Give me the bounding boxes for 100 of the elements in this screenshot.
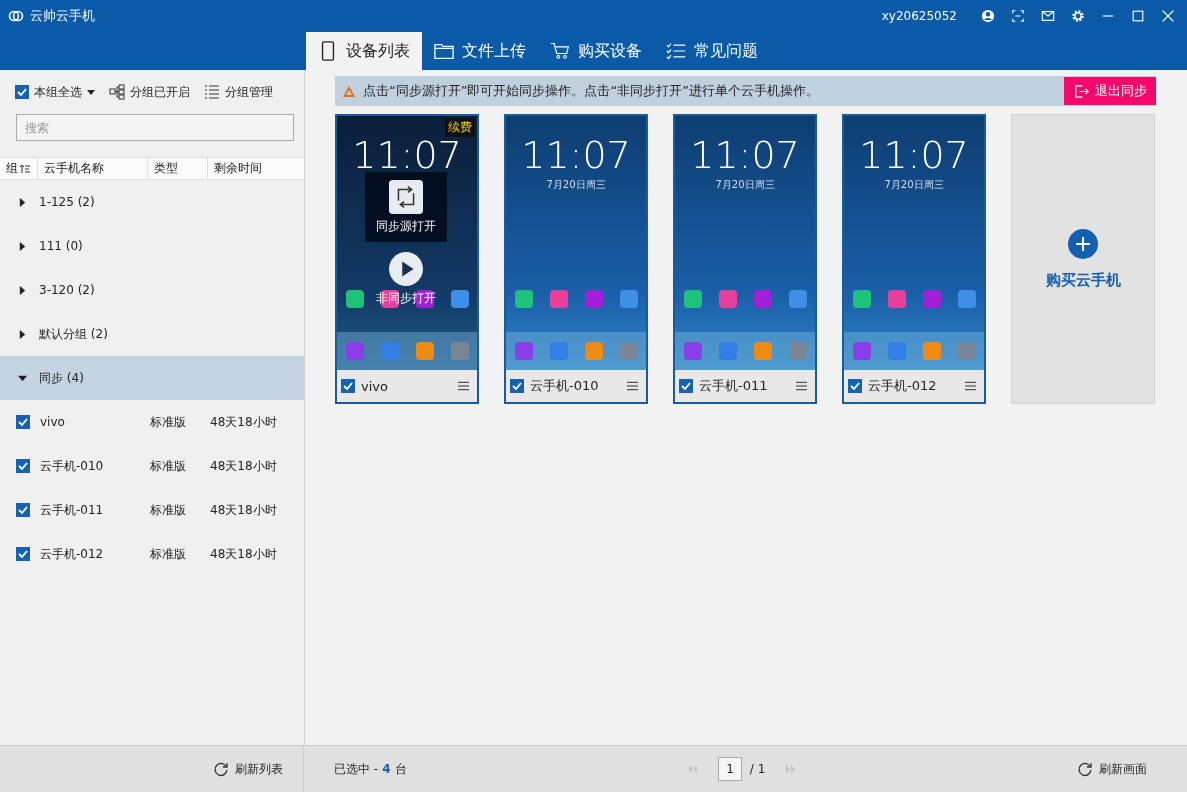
checkbox[interactable] — [16, 547, 30, 561]
device-name: 云手机-012 — [868, 377, 937, 395]
app-icon — [345, 290, 364, 308]
expander-icon — [18, 241, 27, 251]
date-text: 7月20日周三 — [884, 178, 944, 192]
checkbox[interactable] — [15, 85, 29, 99]
column-header[interactable]: 组 — [0, 158, 38, 179]
play-icon — [389, 252, 423, 286]
hierarchy-icon — [109, 84, 125, 100]
screenshot-icon[interactable] — [1011, 9, 1025, 23]
device-type: 标准版 — [150, 457, 187, 475]
app-icon — [584, 290, 603, 308]
selected-label: 已选中 - — [334, 760, 379, 778]
checkbox[interactable] — [16, 415, 30, 429]
expander-icon — [18, 329, 27, 339]
refresh-list-button[interactable]: 刷新列表 — [213, 760, 283, 778]
caret-icon — [87, 89, 95, 95]
device-name: 云手机-012 — [40, 545, 105, 563]
group-row[interactable]: 同步 (4) — [0, 356, 304, 400]
column-header[interactable]: 类型 — [148, 158, 208, 179]
device-card[interactable]: 11:07 7月20日周三 云手机-012 — [842, 114, 986, 404]
app-icon — [584, 342, 603, 360]
maximize-icon[interactable] — [1131, 9, 1145, 23]
app-icon — [957, 342, 976, 360]
group-row[interactable]: 3-120 (2) — [0, 268, 304, 312]
column-header[interactable]: 云手机名称 — [38, 158, 148, 179]
exit-sync-button[interactable]: 退出同步 — [1064, 77, 1156, 105]
column-header[interactable]: 剩余时间 — [208, 158, 304, 179]
list-icon — [204, 84, 220, 100]
select-all-checkbox[interactable]: 本组全选 — [15, 83, 95, 101]
group-row[interactable]: 1-125 (2) — [0, 180, 304, 224]
renew-badge[interactable]: 续费 — [445, 118, 475, 137]
app-icon — [619, 290, 638, 308]
device-name: 云手机-010 — [530, 377, 599, 395]
device-type: 标准版 — [150, 545, 187, 563]
buy-phone-card[interactable]: 购买云手机 — [1011, 114, 1155, 404]
settings-icon[interactable] — [1071, 9, 1085, 23]
refresh-screen-button[interactable]: 刷新画面 — [1077, 760, 1147, 778]
device-card[interactable]: 11:07 7月20日周三 云手机-011 — [673, 114, 817, 404]
group-row[interactable]: 111 (0) — [0, 224, 304, 268]
remaining-time: 48天18小时 — [210, 545, 277, 563]
search-field[interactable]: 搜索 — [16, 114, 294, 141]
app-icon — [753, 342, 772, 360]
user-icon[interactable] — [981, 9, 995, 23]
selected-unit: 台 — [394, 760, 407, 778]
app-icon — [514, 290, 533, 308]
app-icon — [619, 342, 638, 360]
device-name: vivo — [361, 378, 388, 394]
checkbox[interactable] — [848, 379, 862, 393]
app-icon — [549, 342, 568, 360]
expander-icon — [18, 373, 27, 383]
app-icon — [718, 290, 737, 308]
app-icon — [415, 342, 434, 360]
group-manage-button[interactable]: 分组管理 — [204, 83, 273, 101]
app-icon — [922, 290, 941, 308]
notice-text: 点击“同步源打开”即可开始同步操作。点击“非同步打开”进行单个云手机操作。 — [363, 82, 819, 100]
expander-icon — [18, 285, 27, 295]
menu-icon[interactable] — [458, 381, 469, 391]
app-icon — [345, 342, 364, 360]
sync-source-open-button[interactable]: 同步源打开 — [365, 172, 447, 242]
date-text: 7月20日周三 — [546, 178, 606, 192]
checkbox[interactable] — [510, 379, 524, 393]
tab[interactable]: 常见问题 — [654, 32, 770, 70]
device-type: 标准版 — [150, 413, 187, 431]
tab[interactable]: 购买设备 — [538, 32, 654, 70]
mail-icon[interactable] — [1041, 9, 1055, 23]
app-icon — [788, 290, 807, 308]
expander-icon — [18, 197, 27, 207]
cart-icon — [550, 41, 570, 61]
menu-icon[interactable] — [627, 381, 638, 391]
clock-text: 11:07 — [521, 136, 631, 174]
checkbox[interactable] — [16, 459, 30, 473]
checkbox[interactable] — [16, 503, 30, 517]
checkbox[interactable] — [679, 379, 693, 393]
clock-text: 11:07 — [690, 136, 800, 174]
menu-icon[interactable] — [965, 381, 976, 391]
group-row[interactable]: 默认分组 (2) — [0, 312, 304, 356]
logo-icon — [8, 8, 24, 24]
remaining-time: 48天18小时 — [210, 413, 277, 431]
app-icon — [450, 290, 469, 308]
folder-icon — [434, 41, 454, 61]
tab[interactable]: 设备列表 — [306, 32, 422, 70]
clock-text: 11:07 — [859, 136, 969, 174]
warning-icon — [343, 85, 355, 97]
device-name: 云手机-011 — [699, 377, 768, 395]
page-field[interactable]: 1 — [718, 757, 742, 781]
app-icon — [683, 342, 702, 360]
device-name: 云手机-010 — [40, 457, 105, 475]
app-icon — [753, 290, 772, 308]
checkbox[interactable] — [341, 379, 355, 393]
username: xy20625052 — [881, 9, 957, 23]
app-icon — [887, 342, 906, 360]
close-icon[interactable] — [1161, 9, 1175, 23]
device-card[interactable]: 11:07 7月20日周三 云手机-010 — [504, 114, 648, 404]
menu-icon[interactable] — [796, 381, 807, 391]
app-icon — [514, 342, 533, 360]
selected-count: 4 — [382, 762, 391, 776]
app-icon — [957, 290, 976, 308]
group-toggle-button[interactable]: 分组已开启 — [109, 83, 190, 101]
tab[interactable]: 文件上传 — [422, 32, 538, 70]
